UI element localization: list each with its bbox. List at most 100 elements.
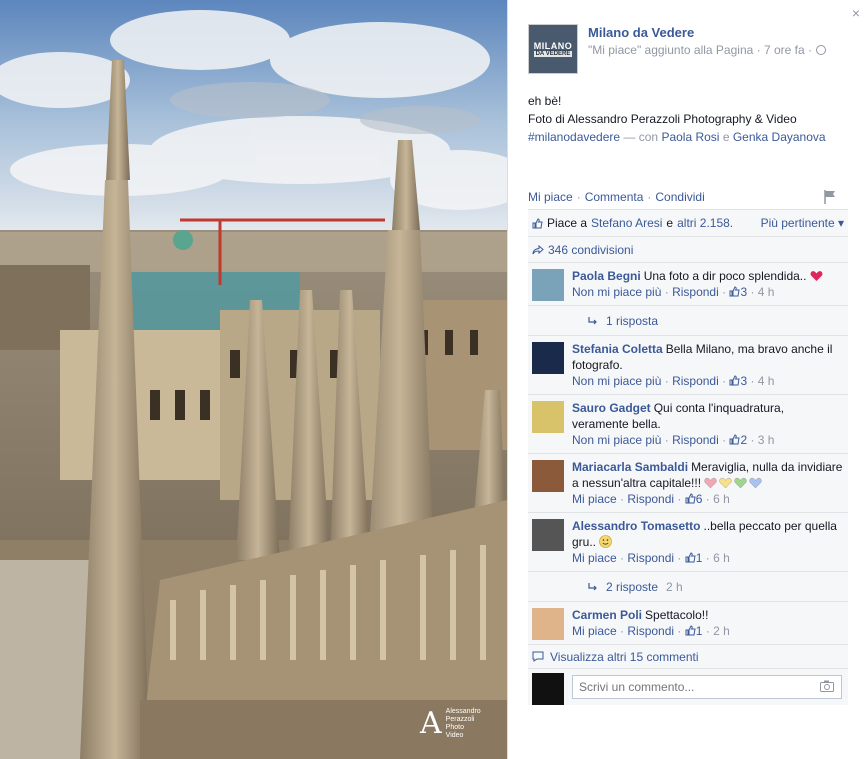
commenter-avatar[interactable] bbox=[532, 460, 564, 492]
comment-time: 4 h bbox=[757, 374, 775, 388]
view-replies-link[interactable]: 1 risposta bbox=[528, 306, 848, 336]
reply-arrow-icon bbox=[588, 582, 597, 590]
post-detail-panel: × MILANO DA VEDERE Milano da Vedere "Mi … bbox=[507, 0, 868, 759]
comment-meta: Non mi piace più · Rispondi · 3 · 4 h bbox=[572, 285, 775, 299]
commenter-avatar[interactable] bbox=[532, 401, 564, 433]
comment-like-button[interactable]: Non mi piace più bbox=[572, 433, 661, 447]
commenter-avatar[interactable] bbox=[532, 342, 564, 374]
comment-like-button[interactable]: Mi piace bbox=[572, 551, 617, 565]
share-arrow-icon bbox=[532, 244, 544, 254]
tag-genka-dayanova[interactable]: Genka Dayanova bbox=[733, 130, 826, 144]
like-action[interactable]: Mi piace bbox=[528, 190, 573, 204]
post-meta: "Mi piace" aggiunto alla Pagina · 7 ore … bbox=[588, 43, 826, 57]
comment-item: Mariacarla Sambaldi Meraviglia, nulla da … bbox=[528, 454, 848, 513]
comment-like-count[interactable]: 2 bbox=[729, 433, 747, 447]
page-avatar[interactable]: MILANO DA VEDERE bbox=[528, 24, 578, 74]
comment-like-count[interactable]: 3 bbox=[729, 285, 747, 299]
comment-like-count[interactable]: 3 bbox=[729, 374, 747, 388]
comment-bubble-icon bbox=[532, 651, 544, 662]
thumbs-up-icon bbox=[685, 552, 696, 563]
comment-meta: Non mi piace più · Rispondi · 2 · 3 h bbox=[572, 433, 775, 447]
other-likers-link[interactable]: altri 2.158. bbox=[677, 216, 733, 230]
comment-like-button[interactable]: Mi piace bbox=[572, 624, 617, 638]
comment-meta: Non mi piace più · Rispondi · 3 · 4 h bbox=[572, 374, 775, 388]
photographer-watermark: A Alessandro Perazzoli Photo Video bbox=[420, 706, 481, 741]
thumbs-up-icon bbox=[729, 286, 741, 297]
comment-text: Spettacolo!! bbox=[645, 608, 709, 622]
close-icon[interactable]: × bbox=[852, 5, 860, 21]
comment-like-button[interactable]: Non mi piace più bbox=[572, 285, 661, 299]
post-actions: Mi piace · Commenta · Condividi bbox=[528, 190, 705, 204]
comment-input[interactable] bbox=[572, 675, 842, 699]
share-action[interactable]: Condividi bbox=[655, 190, 704, 204]
post-photo[interactable]: A Alessandro Perazzoli Photo Video bbox=[0, 0, 507, 759]
comment-time: 3 h bbox=[757, 433, 775, 447]
post-text: eh bè! Foto di Alessandro Perazzoli Phot… bbox=[528, 94, 826, 144]
write-comment-row bbox=[528, 669, 848, 705]
comment-reply-button[interactable]: Rispondi bbox=[672, 433, 719, 447]
comment-reply-button[interactable]: Rispondi bbox=[627, 492, 674, 506]
comment-like-button[interactable]: Non mi piace più bbox=[572, 374, 661, 388]
comment-like-button[interactable]: Mi piace bbox=[572, 492, 617, 506]
heart-icon bbox=[719, 477, 733, 489]
flag-icon[interactable] bbox=[824, 190, 836, 204]
comment-item: Carmen Poli Spettacolo!! Mi piace · Rispon… bbox=[528, 602, 848, 645]
feedback-area: Piace a Stefano Aresi e altri 2.158. Più… bbox=[528, 209, 848, 705]
sort-comments-dropdown[interactable]: Più pertinente ▾ bbox=[761, 216, 844, 230]
comment-reply-button[interactable]: Rispondi bbox=[627, 551, 674, 565]
comment-author-link[interactable]: Sauro Gadget bbox=[572, 401, 651, 415]
thumbs-up-icon bbox=[729, 375, 741, 386]
colored-hearts bbox=[704, 476, 764, 490]
comment-reply-button[interactable]: Rispondi bbox=[672, 285, 719, 299]
comment-author-link[interactable]: Stefania Coletta bbox=[572, 342, 663, 356]
commenter-avatar[interactable] bbox=[532, 608, 564, 640]
comment-reply-button[interactable]: Rispondi bbox=[627, 624, 674, 638]
cathedral-rooftop-image bbox=[0, 0, 507, 759]
globe-icon bbox=[815, 45, 826, 55]
page-name-link[interactable]: Milano da Vedere bbox=[588, 25, 694, 40]
red-heart-icon bbox=[810, 271, 823, 281]
comment-item: Stefania Coletta Bella Milano, ma bravo a… bbox=[528, 336, 848, 395]
commenter-avatar[interactable] bbox=[532, 519, 564, 551]
comment-author-link[interactable]: Carmen Poli bbox=[572, 608, 642, 622]
comment-like-count[interactable]: 1 bbox=[685, 551, 702, 565]
comment-time: 4 h bbox=[757, 285, 775, 299]
comment-meta: Mi piace · Rispondi · 1 · 6 h bbox=[572, 551, 730, 565]
shares-summary[interactable]: 346 condivisioni bbox=[528, 237, 848, 263]
comments-list: Paola Begni Una foto a dir poco splendida… bbox=[528, 263, 848, 645]
comment-action[interactable]: Commenta bbox=[585, 190, 644, 204]
thumbs-up-icon bbox=[532, 217, 543, 228]
thumbs-up-icon bbox=[685, 625, 696, 636]
comment-meta: Mi piace · Rispondi · 1 · 2 h bbox=[572, 624, 730, 638]
heart-icon bbox=[704, 477, 718, 489]
comment-time: 2 h bbox=[713, 624, 730, 638]
comment-text: Una foto a dir poco splendida.. bbox=[643, 269, 807, 283]
comment-time: 6 h bbox=[713, 551, 730, 565]
heart-icon bbox=[734, 477, 748, 489]
comment-item: Sauro Gadget Qui conta l'inquadratura, ve… bbox=[528, 395, 848, 454]
thumbs-up-icon bbox=[729, 434, 741, 445]
comment-reply-button[interactable]: Rispondi bbox=[672, 374, 719, 388]
hashtag-link[interactable]: #milanodavedere bbox=[528, 130, 620, 144]
camera-icon[interactable] bbox=[820, 680, 834, 692]
comment-item: Alessandro Tomasetto ..bella peccato per … bbox=[528, 513, 848, 572]
comment-time: 6 h bbox=[713, 492, 730, 506]
tag-paola-rosi[interactable]: Paola Rosi bbox=[661, 130, 719, 144]
comment-author-link[interactable]: Alessandro Tomasetto bbox=[572, 519, 700, 533]
comment-author-link[interactable]: Mariacarla Sambaldi bbox=[572, 460, 688, 474]
commenter-avatar[interactable] bbox=[532, 269, 564, 301]
liker-stefano-aresi[interactable]: Stefano Aresi bbox=[591, 216, 662, 230]
thumbs-up-icon bbox=[685, 493, 696, 504]
view-more-comments[interactable]: Visualizza altri 15 commenti bbox=[528, 645, 848, 669]
current-user-avatar bbox=[532, 673, 564, 705]
heart-icon bbox=[749, 477, 763, 489]
watermark-logo-icon: A bbox=[420, 706, 442, 741]
comment-meta: Mi piace · Rispondi · 6 · 6 h bbox=[572, 492, 730, 506]
smile-emoji-icon bbox=[599, 535, 613, 548]
comment-item: Paola Begni Una foto a dir poco splendida… bbox=[528, 263, 848, 306]
view-replies-link[interactable]: 2 risposte 2 h bbox=[528, 572, 848, 602]
comment-author-link[interactable]: Paola Begni bbox=[572, 269, 641, 283]
reply-arrow-icon bbox=[588, 316, 597, 324]
comment-like-count[interactable]: 1 bbox=[685, 624, 702, 638]
comment-like-count[interactable]: 6 bbox=[685, 492, 702, 506]
